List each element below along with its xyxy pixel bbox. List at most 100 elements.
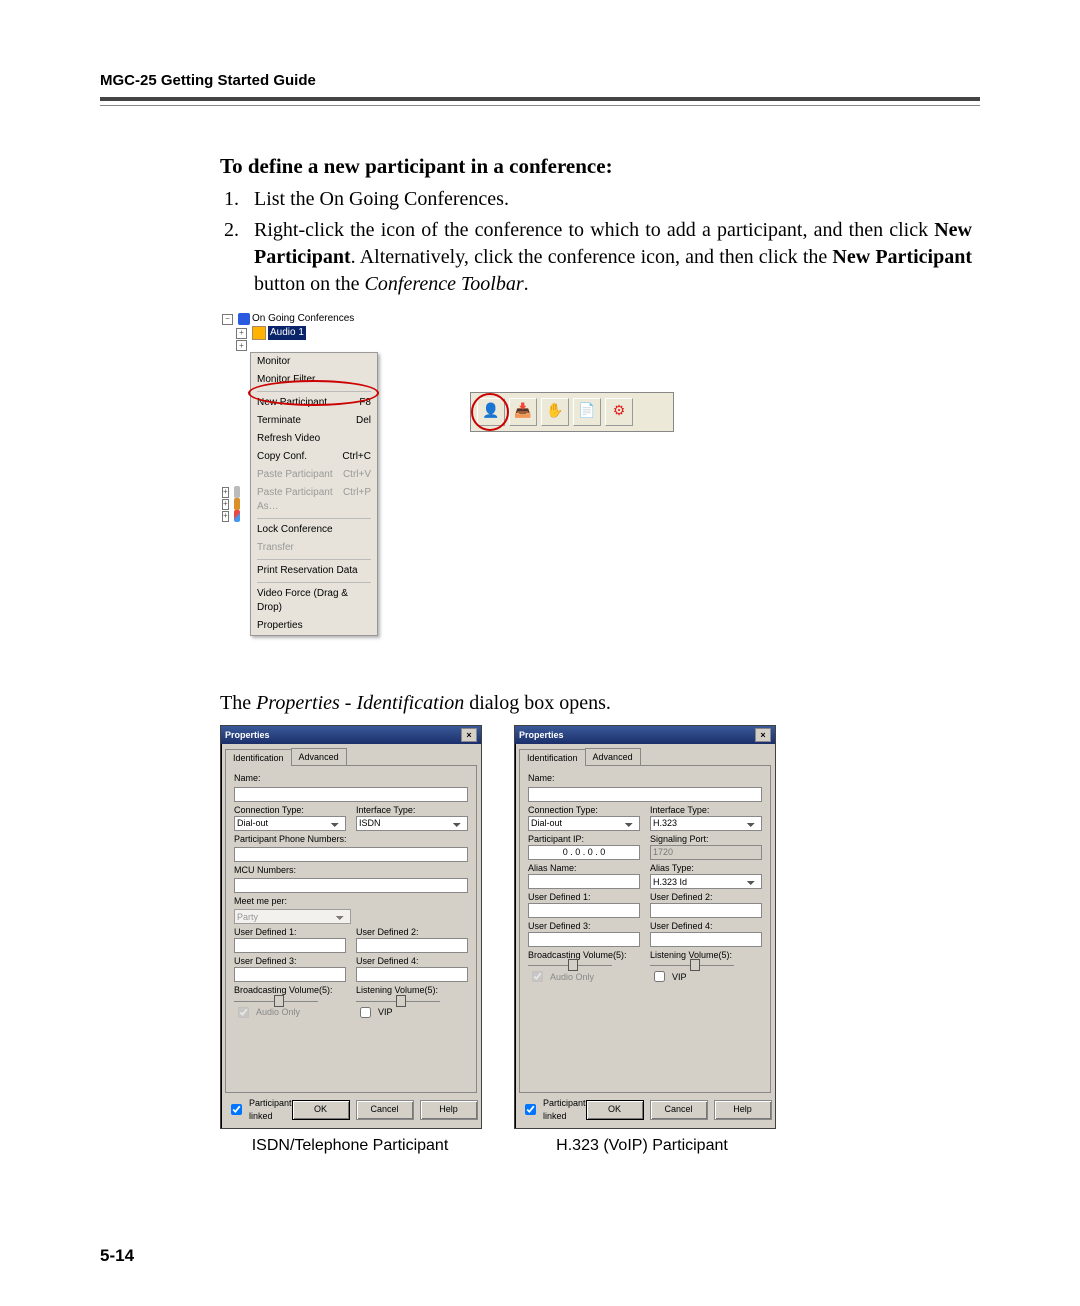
- ctx-monitor[interactable]: Monitor: [251, 353, 377, 371]
- ud3-label: User Defined 3:: [528, 920, 640, 932]
- ud4-field[interactable]: [356, 967, 468, 982]
- ongoing-icon: [238, 313, 250, 325]
- tab-advanced[interactable]: Advanced: [585, 748, 641, 765]
- lvol-label: Listening Volume(5):: [650, 949, 762, 961]
- ctx-terminate[interactable]: TerminateDel: [251, 412, 377, 430]
- tree-root: − On Going Conferences: [220, 312, 380, 326]
- name-field[interactable]: [528, 787, 762, 802]
- conn-type-label: Connection Type:: [528, 804, 640, 816]
- ctx-paste-participant: Paste ParticipantCtrl+V: [251, 466, 377, 484]
- linked-check[interactable]: Participant linked: [227, 1097, 292, 1121]
- ud3-field[interactable]: [234, 967, 346, 982]
- dialog-titlebar: Properties ×: [515, 726, 775, 744]
- ctx-monitor-filter[interactable]: Monitor Filter...: [251, 371, 377, 389]
- tab-advanced[interactable]: Advanced: [291, 748, 347, 765]
- context-menu: Monitor Monitor Filter... New Participan…: [250, 352, 378, 636]
- tree-selected: Audio 1: [268, 326, 306, 340]
- lvol-label: Listening Volume(5):: [356, 984, 468, 996]
- ud1-field[interactable]: [528, 903, 640, 918]
- ctx-transfer: Transfer: [251, 539, 377, 557]
- conn-type-select[interactable]: Dial-out: [234, 816, 346, 831]
- name-field[interactable]: [234, 787, 468, 802]
- dialog-title: Properties: [519, 729, 564, 741]
- cancel-button[interactable]: Cancel: [356, 1100, 414, 1120]
- vip-check[interactable]: VIP: [650, 968, 762, 985]
- ok-button[interactable]: OK: [292, 1100, 350, 1120]
- close-icon[interactable]: ×: [461, 728, 477, 742]
- ud1-field[interactable]: [234, 938, 346, 953]
- vip-checkbox[interactable]: [360, 1007, 371, 1018]
- step-1: List the On Going Conferences.: [244, 186, 972, 213]
- page-number: 5-14: [100, 1246, 134, 1266]
- mcu-field[interactable]: [234, 878, 468, 893]
- ud4-label: User Defined 4:: [356, 955, 468, 967]
- atype-select[interactable]: H.323 Id: [650, 874, 762, 889]
- dialog-titlebar: Properties ×: [221, 726, 481, 744]
- dialog-opens-sentence: The Properties - Identification dialog b…: [220, 690, 972, 717]
- bvol-slider[interactable]: [528, 961, 612, 966]
- toolbar-button-3[interactable]: [541, 398, 569, 426]
- meetme-select: Party: [234, 909, 351, 924]
- body-column: To define a new participant in a confere…: [100, 152, 980, 1156]
- vip-check[interactable]: VIP: [356, 1004, 468, 1021]
- header-rule: [100, 97, 980, 106]
- ctx-print-res[interactable]: Print Reservation Data: [251, 562, 377, 580]
- cancel-button[interactable]: Cancel: [650, 1100, 708, 1120]
- linked-check[interactable]: Participant linked: [521, 1097, 586, 1121]
- mcu-label: MCU Numbers:: [234, 864, 468, 876]
- section-title: To define a new participant in a confere…: [220, 152, 972, 180]
- ud1-label: User Defined 1:: [234, 926, 346, 938]
- vip-checkbox[interactable]: [654, 971, 665, 982]
- ctx-new-participant[interactable]: New Participant…F8: [251, 394, 377, 412]
- ctx-paste-participant-as: Paste Participant As…Ctrl+P: [251, 484, 377, 516]
- tab-identification[interactable]: Identification: [519, 749, 586, 766]
- caption-h323: H.323 (VoIP) Participant: [512, 1135, 772, 1157]
- ip-field[interactable]: [528, 845, 640, 860]
- h323-properties-dialog: Properties × Identification Advanced Nam…: [514, 725, 776, 1128]
- iface-type-label: Interface Type:: [356, 804, 468, 816]
- node-icon: [234, 510, 240, 522]
- iface-type-select[interactable]: H.323: [650, 816, 762, 831]
- ud2-label: User Defined 2:: [650, 891, 762, 903]
- ctx-video-force[interactable]: Video Force (Drag & Drop): [251, 585, 377, 617]
- audio-only-checkbox: [532, 971, 543, 982]
- tab-identification[interactable]: Identification: [225, 749, 292, 766]
- tree-root-label: On Going Conferences: [252, 312, 354, 326]
- step-2: Right-click the icon of the conference t…: [244, 217, 972, 298]
- new-participant-button[interactable]: [477, 398, 505, 426]
- close-icon[interactable]: ×: [755, 728, 771, 742]
- lvol-slider[interactable]: [650, 961, 734, 966]
- ud4-field[interactable]: [650, 932, 762, 947]
- ctx-lock-conference[interactable]: Lock Conference: [251, 521, 377, 539]
- ud2-field[interactable]: [356, 938, 468, 953]
- conference-toolbar: [470, 392, 674, 432]
- linked-checkbox[interactable]: [231, 1104, 242, 1115]
- linked-checkbox[interactable]: [525, 1104, 536, 1115]
- ppn-label: Participant Phone Numbers:: [234, 833, 468, 845]
- ctx-refresh-video[interactable]: Refresh Video: [251, 430, 377, 448]
- ppn-field[interactable]: [234, 847, 468, 862]
- ud3-field[interactable]: [528, 932, 640, 947]
- caption-isdn: ISDN/Telephone Participant: [220, 1135, 480, 1157]
- node-icon: [234, 498, 240, 510]
- toolbar-button-5[interactable]: [605, 398, 633, 426]
- ud1-label: User Defined 1:: [528, 891, 640, 903]
- toolbar-button-4[interactable]: [573, 398, 601, 426]
- toolbar-button-2[interactable]: [509, 398, 537, 426]
- meetme-label: Meet me per:: [234, 895, 468, 907]
- bvol-slider[interactable]: [234, 997, 318, 1002]
- ud2-field[interactable]: [650, 903, 762, 918]
- conn-type-select[interactable]: Dial-out: [528, 816, 640, 831]
- ctx-copy-conf[interactable]: Copy Conf.Ctrl+C: [251, 448, 377, 466]
- alias-field[interactable]: [528, 874, 640, 889]
- isdn-properties-dialog: Properties × Identification Advanced Nam…: [220, 725, 482, 1128]
- help-button[interactable]: Help: [420, 1100, 478, 1120]
- atype-label: Alias Type:: [650, 862, 762, 874]
- ud2-label: User Defined 2:: [356, 926, 468, 938]
- name-label: Name:: [528, 772, 762, 784]
- iface-type-select[interactable]: ISDN: [356, 816, 468, 831]
- help-button[interactable]: Help: [714, 1100, 772, 1120]
- lvol-slider[interactable]: [356, 997, 440, 1002]
- ctx-properties[interactable]: Properties: [251, 617, 377, 635]
- ok-button[interactable]: OK: [586, 1100, 644, 1120]
